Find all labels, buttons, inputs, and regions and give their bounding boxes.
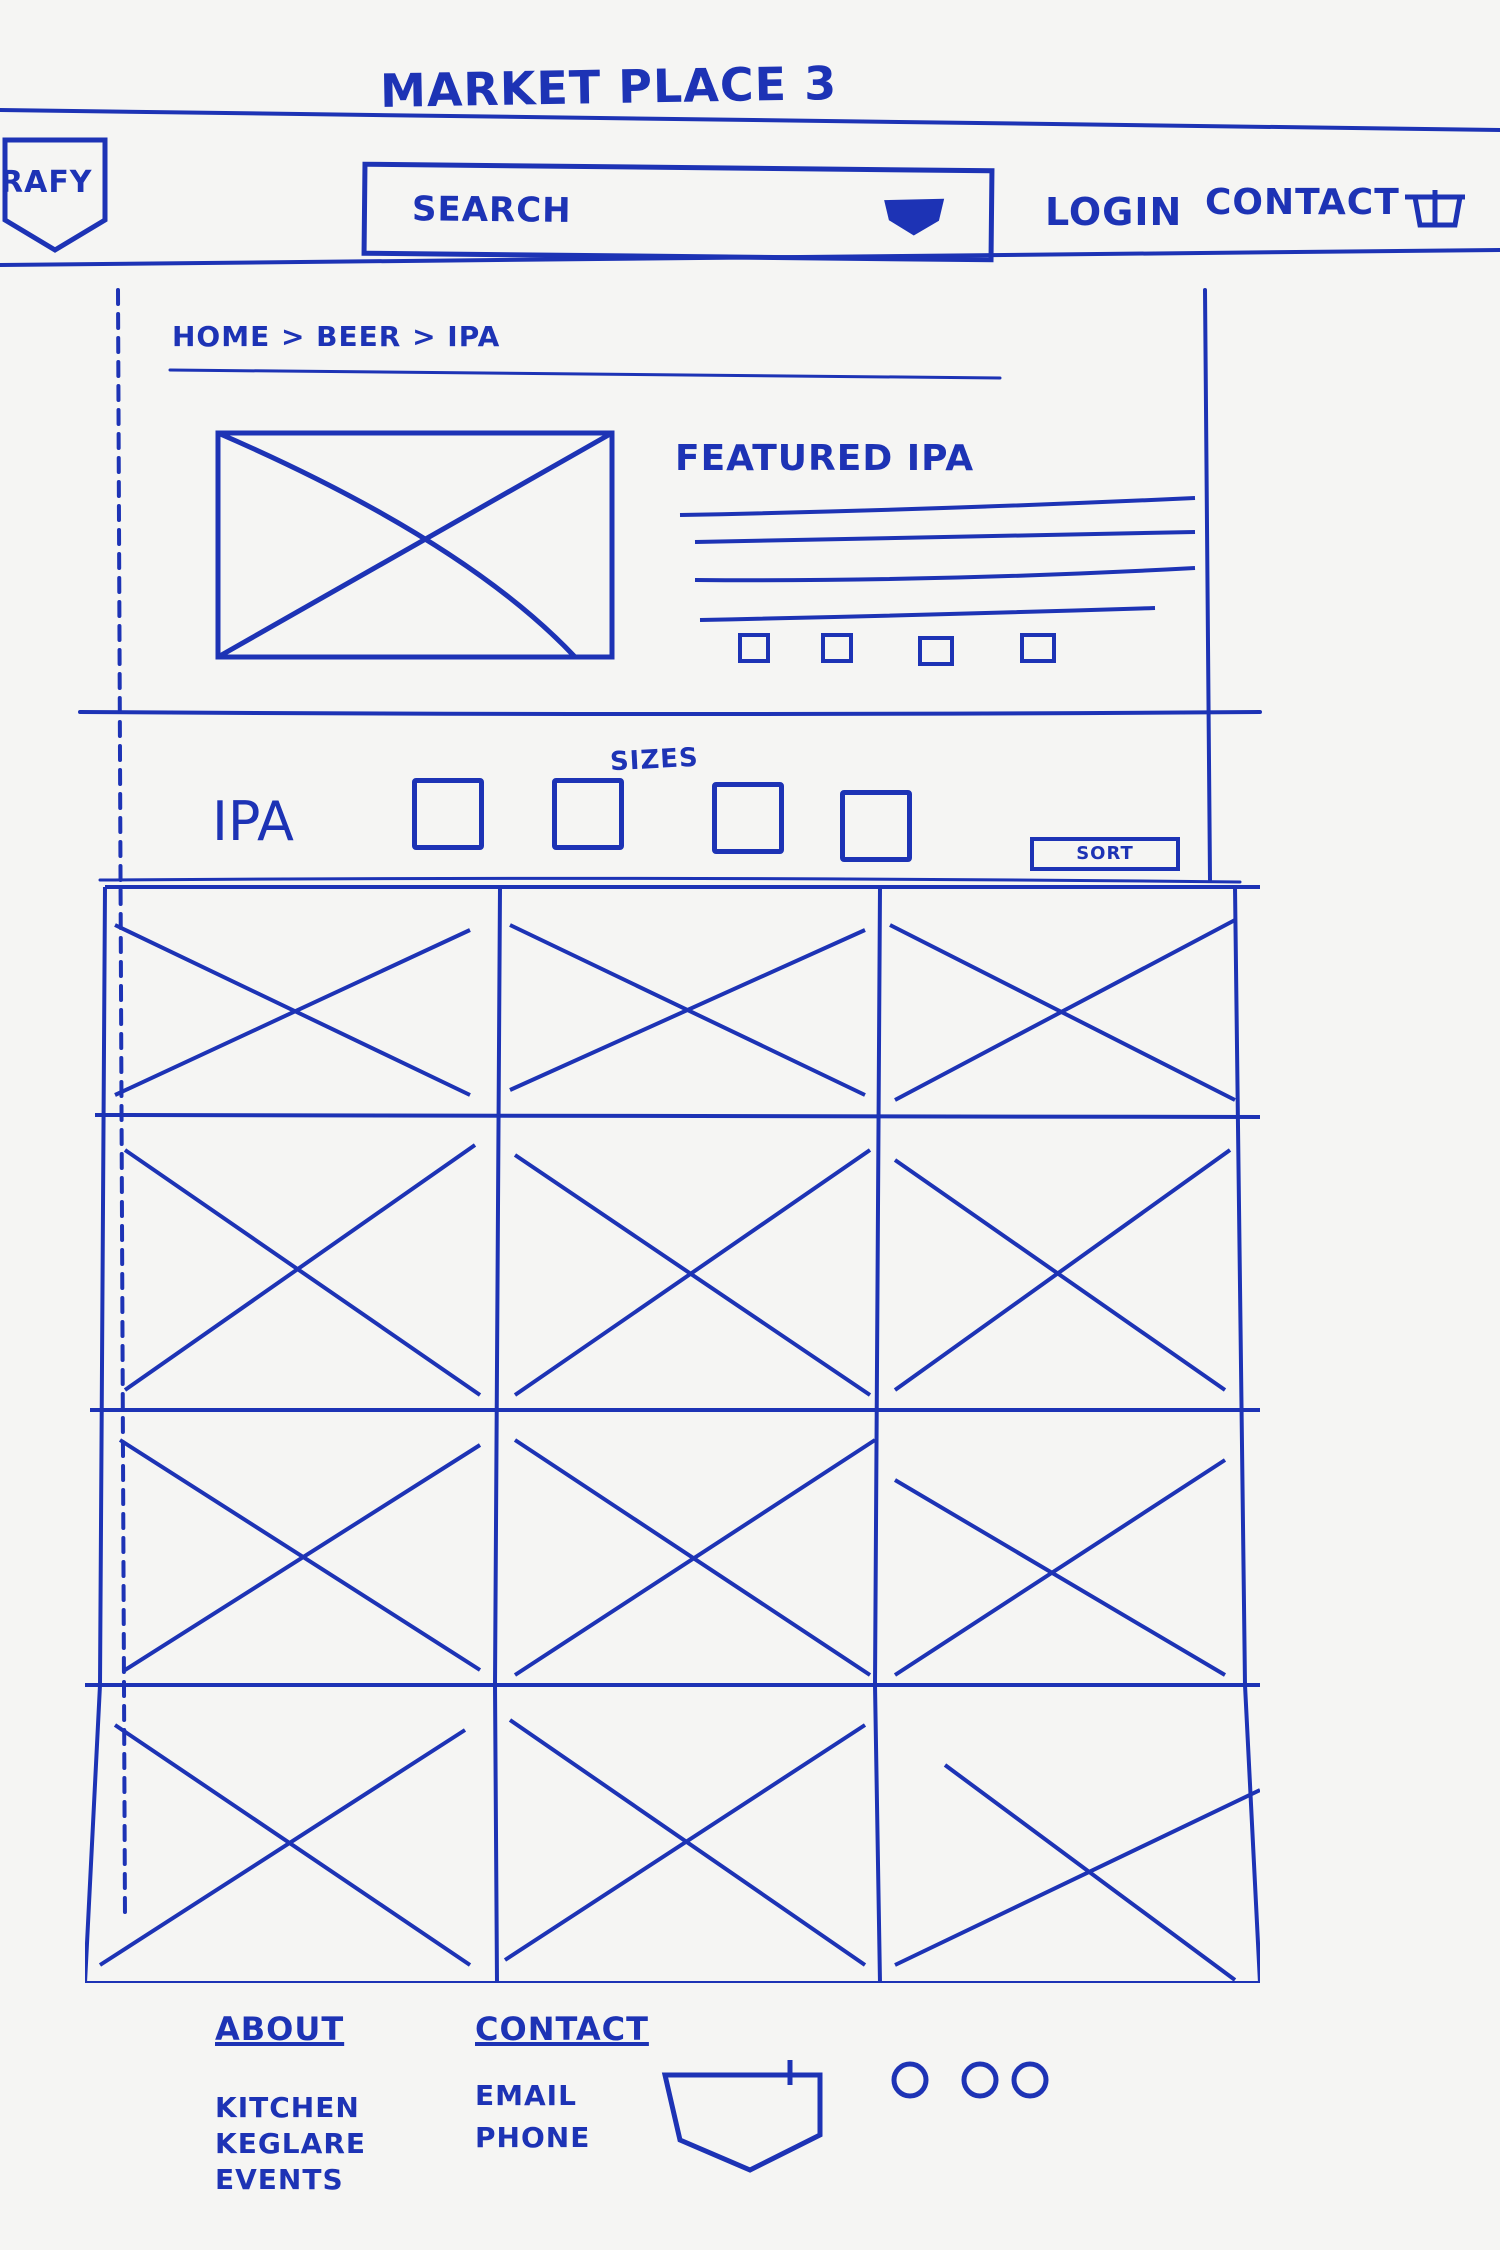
social-icon — [1011, 2061, 1049, 2099]
product-card — [98, 1723, 472, 1967]
featured-description-lines — [679, 496, 1196, 622]
footer-logo — [661, 2060, 823, 2173]
category-label: IPA — [212, 790, 294, 853]
product-card — [893, 1458, 1227, 1677]
page-title: MARKET PLACE 3 — [379, 56, 838, 118]
social-icon — [961, 2061, 999, 2099]
social-icons[interactable] — [880, 2050, 1080, 2110]
footer-contact-item[interactable]: PHONE — [475, 2117, 590, 2159]
cart-icon[interactable] — [1400, 185, 1470, 235]
product-card — [893, 1148, 1232, 1392]
product-card — [114, 923, 471, 1097]
product-card — [513, 1148, 872, 1397]
product-placeholders — [98, 918, 1260, 1982]
product-grid — [85, 885, 1260, 1983]
footer-about-item[interactable]: KEGLARE — [215, 2126, 366, 2162]
size-option[interactable] — [552, 778, 624, 850]
footer-about-heading[interactable]: ABOUT — [215, 2010, 344, 2048]
featured-option-icon — [738, 633, 770, 663]
sort-button[interactable]: SORT — [1030, 837, 1180, 871]
search-input[interactable]: SEARCH — [361, 161, 995, 263]
featured-option-icon — [821, 633, 853, 663]
footer-about-list: KITCHEN KEGLARE EVENTS — [215, 2090, 366, 2198]
contact-link[interactable]: CONTACT — [1205, 182, 1400, 223]
featured-image-placeholder — [215, 430, 615, 660]
footer-contact-list: EMAIL PHONE — [475, 2075, 590, 2159]
footer-contact-item[interactable]: EMAIL — [475, 2075, 590, 2117]
size-option[interactable] — [412, 778, 484, 850]
logo-text: RAFY — [0, 165, 93, 200]
search-placeholder: SEARCH — [411, 189, 572, 231]
product-card — [509, 923, 866, 1097]
footer-about-item[interactable]: EVENTS — [215, 2162, 366, 2198]
featured-option-icon — [918, 636, 954, 666]
product-card — [123, 1143, 482, 1397]
search-icon[interactable] — [879, 190, 950, 241]
product-card — [118, 1438, 482, 1672]
size-option[interactable] — [712, 782, 784, 854]
social-icon — [891, 2061, 929, 2099]
sizes-label: SIZES — [609, 742, 700, 778]
footer-about-item[interactable]: KITCHEN — [215, 2090, 366, 2126]
product-card — [889, 918, 1236, 1102]
featured-icons-row[interactable] — [735, 630, 1095, 670]
featured-option-icon — [1020, 633, 1056, 663]
product-card — [894, 1763, 1260, 1982]
featured-title: FEATURED IPA — [675, 438, 975, 479]
product-card — [503, 1718, 867, 1967]
footer-contact-heading[interactable]: CONTACT — [475, 2010, 649, 2048]
product-card — [513, 1438, 877, 1677]
size-option[interactable] — [840, 790, 912, 862]
login-link[interactable]: LOGIN — [1045, 190, 1182, 234]
breadcrumb[interactable]: HOME > BEER > IPA — [172, 320, 500, 353]
